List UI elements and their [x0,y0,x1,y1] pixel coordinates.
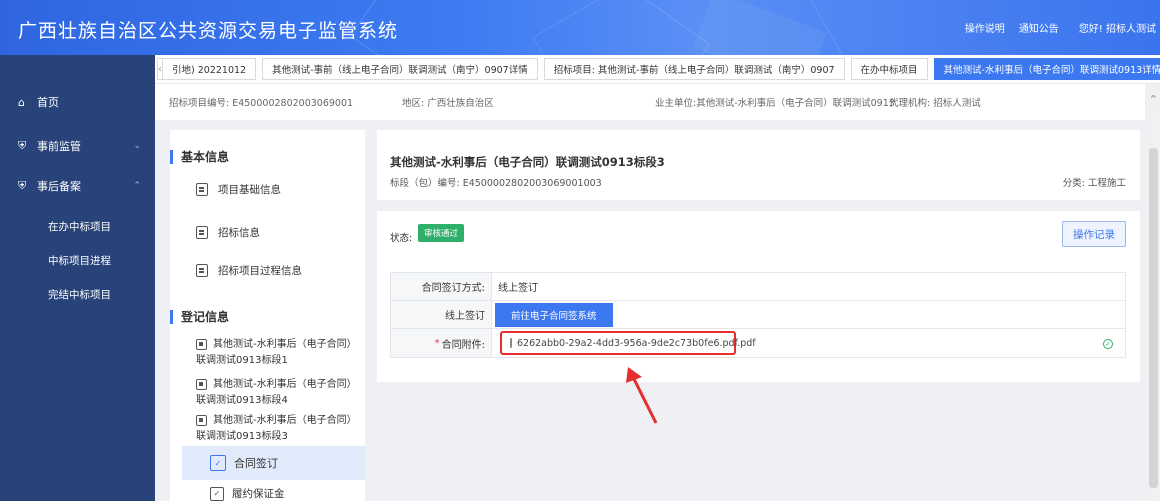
menu-item-label: 招标项目过程信息 [218,265,302,277]
menu-item-label: 招标信息 [218,227,260,239]
menu-item-tender-process[interactable]: 招标项目过程信息 [196,263,302,278]
sidebar: ⌂ 首页 ⛨ 事前监管 ⌄ ⛨ 事后备案 ⌃ 在办中标项目 中标项目进程 完结中… [0,55,155,501]
section-code: 标段（包）编号: E4500002802003069001003 [390,178,602,189]
tab-item[interactable]: 招标项目: 其他测试-事前（线上电子合同）联调测试（南宁）0907 [543,58,845,80]
left-nav-panel: 基本信息 项目基础信息 招标信息 招标项目过程信息 登记信息 其他测试-水利事后… [170,130,365,501]
sidebar-item-pre-supervision[interactable]: ⛨ 事前监管 ⌄ [0,127,155,165]
document-icon [196,226,208,239]
tab-label: 在办中标项目 [860,65,918,76]
form-row-online-sign: 线上签订 前往电子合同签系统 [391,301,1125,329]
status-badge: 审核通过 [418,224,465,242]
field-label: 合同签订方式: [391,273,492,300]
online-sign-cell: 前往电子合同签系统 [492,301,613,328]
field-label-text: 合同附件: [441,339,485,351]
app-header: 广西壮族自治区公共资源交易电子监管系统 操作说明 通知公告 您好! 招标人测试 [0,0,1160,55]
tab-item[interactable]: 引地) 20221012 [163,58,257,80]
status-label: 状态: [390,233,413,244]
form-row-sign-method: 合同签订方式: 线上签订 [391,273,1125,301]
chevron-up-icon[interactable]: ⌃ [1149,93,1158,106]
tab-item[interactable]: 其他测试-事前（线上电子合同）联调测试（南宁）0907详情 [262,58,538,80]
attachment-cell: 6262abb0-29a2-4dd3-956a-9de2c73b0fe6.pdf… [492,329,756,357]
registration-item-label: 其他测试-水利事后（电子合同）联调测试0913标段3 [196,415,352,442]
section-category: 分类: 工程施工 [1062,178,1126,189]
project-agency: 代理机构: 招标人测试 [889,98,981,109]
sidebar-subitem-in-progress[interactable]: 在办中标项目 [0,209,155,243]
field-label: 线上签订 [391,301,492,328]
registration-item[interactable]: 其他测试-水利事后（电子合同）联调测试0913标段3 [196,413,356,445]
go-to-contract-system-button[interactable]: 前往电子合同签系统 [495,302,613,327]
registration-item-label: 其他测试-水利事后（电子合同）联调测试0913标段1 [196,339,352,366]
form-row-attachment: * 合同附件: 6262abb0-29a2-4dd3-956a-9de2c73b… [391,329,1125,357]
sidebar-subitem-completed[interactable]: 完结中标项目 [0,277,155,311]
sidebar-item-post-filing[interactable]: ⛨ 事后备案 ⌃ [0,167,155,205]
menu-item-contract-signing[interactable]: ✓ 合同签订 [182,446,365,480]
file-icon [510,338,512,348]
tab-item-active[interactable]: 其他测试-水利事后（电子合同）联调测试0913详情 × [933,58,1160,80]
scrollbar[interactable] [1147,108,1160,501]
project-owner: 业主单位:其他测试-水利事后（电子合同）联调测试0913 [655,98,895,109]
tab-item[interactable]: 在办中标项目 [850,58,928,80]
operation-log-button[interactable]: 操作记录 [1062,221,1126,247]
document-icon [196,264,208,277]
section-title-basic: 基本信息 [170,150,229,164]
sidebar-item-label: 事前监管 [37,140,81,153]
project-number: 招标项目编号: E4500002802003069001 [169,98,354,109]
tab-label: 引地) 20221012 [172,65,247,76]
contract-icon: ✓ [210,455,226,471]
section-info-panel: 其他测试-水利事后（电子合同）联调测试0913标段3 标段（包）编号: E450… [377,130,1140,200]
required-marker: * [434,337,440,349]
section-title-registration: 登记信息 [170,310,229,324]
help-link[interactable]: 操作说明 [965,20,1005,35]
tab-label: 其他测试-水利事后（电子合同）联调测试0913详情 [943,65,1160,76]
scrollbar-thumb[interactable] [1149,148,1158,488]
app-title: 广西壮族自治区公共资源交易电子监管系统 [18,20,399,42]
tab-label: 其他测试-事前（线上电子合同）联调测试（南宁）0907详情 [272,65,528,76]
registration-item[interactable]: 其他测试-水利事后（电子合同）联调测试0913标段1 [196,337,356,369]
project-region: 地区: 广西壮族自治区 [402,98,494,109]
sidebar-item-label: 事后备案 [37,180,81,193]
contract-form-table: 合同签订方式: 线上签订 线上签订 前往电子合同签系统 * 合同附件: 6262… [390,272,1126,358]
attachment-filename: 6262abb0-29a2-4dd3-956a-9de2c73b0fe6.pdf… [517,337,756,349]
header-links: 操作说明 通知公告 您好! 招标人测试 [965,0,1160,55]
sign-method-value: 线上签订 [498,283,538,294]
menu-item-label: 项目基础信息 [218,184,281,196]
contract-form-panel: 状态: 审核通过 操作记录 合同签订方式: 线上签订 线上签订 前往电子合同签系… [377,211,1140,382]
shield-icon: ⛨ [18,139,27,152]
shield-icon: ⛨ [18,179,27,192]
document-icon [196,414,207,426]
document-icon [196,378,207,390]
user-greeting[interactable]: 您好! 招标人测试 [1079,20,1160,35]
contract-icon: ✓ [210,486,224,501]
sidebar-subitem-process[interactable]: 中标项目进程 [0,243,155,277]
registration-item[interactable]: 其他测试-水利事后（电子合同）联调测试0913标段4 [196,377,356,409]
chevron-down-icon: ⌄ [133,141,141,151]
sidebar-item-label: 首页 [37,96,59,109]
menu-item-project-basic[interactable]: 项目基础信息 [196,182,281,197]
menu-item-tender-info[interactable]: 招标信息 [196,225,260,240]
document-icon [196,338,207,350]
sidebar-item-home[interactable]: ⌂ 首页 [0,83,155,121]
home-icon: ⌂ [18,95,25,109]
notice-link[interactable]: 通知公告 [1019,20,1059,35]
menu-item-label: 履约保证金 [232,488,285,500]
annotation-arrow-icon [626,367,658,424]
tab-bar: ‹ 引地) 20221012 其他测试-事前（线上电子合同）联调测试（南宁）09… [155,55,1160,84]
project-info-bar: 招标项目编号: E4500002802003069001 地区: 广西壮族自治区… [155,84,1145,120]
document-icon [196,183,208,196]
tab-label: 招标项目: 其他测试-事前（线上电子合同）联调测试（南宁）0907 [553,65,835,76]
menu-item-label: 合同签订 [234,457,278,470]
check-circle-icon: ✓ [1103,339,1113,349]
field-label: * 合同附件: [391,329,492,357]
chevron-up-icon: ⌃ [133,181,141,191]
registration-item-label: 其他测试-水利事后（电子合同）联调测试0913标段4 [196,379,352,406]
menu-item-performance-bond[interactable]: ✓ 履约保证金 [210,486,285,501]
attachment-file-link[interactable]: 6262abb0-29a2-4dd3-956a-9de2c73b0fe6.pdf… [500,331,756,355]
section-title: 其他测试-水利事后（电子合同）联调测试0913标段3 [390,155,665,169]
